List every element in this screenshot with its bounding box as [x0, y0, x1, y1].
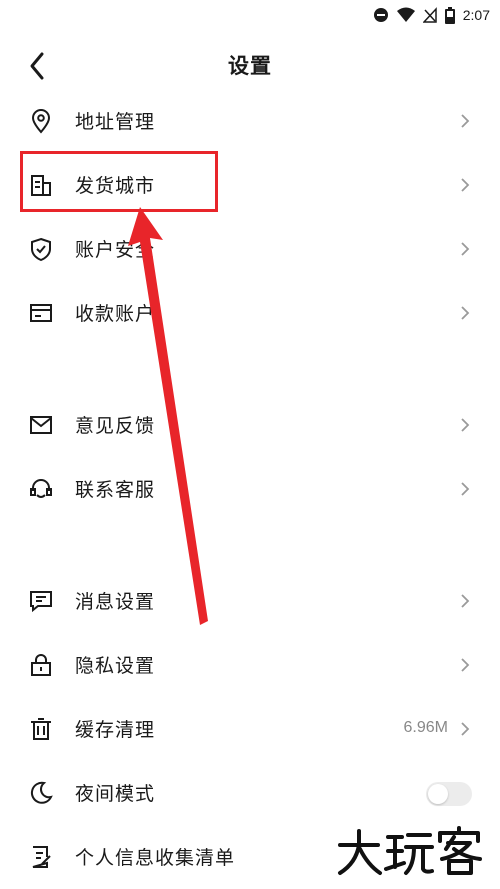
settings-row-account-security[interactable]: 账户安全: [0, 217, 500, 281]
top-bar: 设置: [0, 38, 500, 92]
battery-icon: [444, 6, 455, 24]
row-label: 个人信息收集清单: [75, 847, 236, 869]
dnd-icon: [373, 8, 388, 22]
wifi-icon: [396, 7, 415, 22]
row-label: 收款账户: [75, 303, 156, 325]
highlight-box: [20, 151, 218, 212]
night-mode-toggle[interactable]: [426, 782, 472, 806]
settings-row-feedback[interactable]: 意见反馈: [0, 393, 500, 457]
row-label: 夜间模式: [75, 783, 156, 805]
settings-row-message-settings[interactable]: 消息设置: [0, 569, 500, 633]
settings-row-address[interactable]: 地址管理: [0, 89, 500, 153]
status-icons: 2:07: [373, 5, 490, 25]
chevron-right-icon: [461, 482, 470, 496]
row-label: 缓存清理: [75, 719, 156, 741]
chevron-right-icon: [461, 178, 470, 192]
trash-icon: [28, 716, 54, 742]
mail-icon: [28, 412, 54, 438]
chevron-right-icon: [461, 242, 470, 256]
watermark-logo: [336, 825, 486, 879]
chevron-right-icon: [461, 594, 470, 608]
settings-row-clear-cache[interactable]: 缓存清理 6.96M: [0, 697, 500, 761]
document-icon: [28, 844, 54, 870]
settings-row-payment-account[interactable]: 收款账户: [0, 281, 500, 345]
row-label: 联系客服: [75, 479, 156, 501]
chevron-right-icon: [461, 306, 470, 320]
location-pin-icon: [28, 108, 54, 134]
row-label: 账户安全: [75, 239, 156, 261]
toggle-knob: [428, 784, 448, 804]
chevron-right-icon: [461, 658, 470, 672]
row-label: 地址管理: [75, 111, 156, 133]
page-title: 设置: [228, 54, 272, 78]
row-label: 隐私设置: [75, 655, 156, 677]
headset-icon: [28, 476, 54, 502]
status-time: 2:07: [462, 7, 490, 23]
shield-check-icon: [28, 236, 54, 262]
row-label: 消息设置: [75, 591, 156, 613]
chevron-right-icon: [461, 114, 470, 128]
settings-row-night-mode: 夜间模式: [0, 761, 500, 825]
card-icon: [28, 300, 54, 326]
settings-row-privacy[interactable]: 隐私设置: [0, 633, 500, 697]
lock-icon: [28, 652, 54, 678]
cache-size-value: 6.96M: [403, 719, 448, 736]
row-label: 意见反馈: [75, 415, 156, 437]
chevron-right-icon: [461, 722, 470, 736]
moon-icon: [28, 780, 54, 806]
chevron-right-icon: [461, 418, 470, 432]
settings-row-customer-service[interactable]: 联系客服: [0, 457, 500, 521]
status-bar: 2:07: [0, 0, 500, 30]
no-signal-icon: [422, 7, 437, 23]
message-icon: [28, 588, 54, 614]
